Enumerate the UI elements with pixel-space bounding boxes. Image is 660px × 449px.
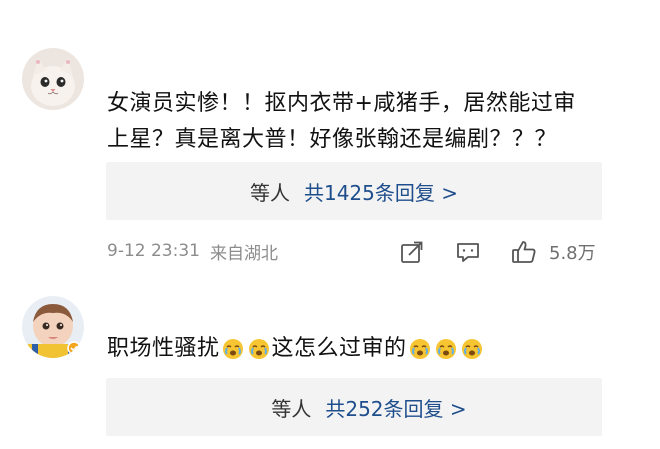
comment-meta: 9-12 23:31 来自湖北 5.8万 [107,236,607,266]
reply-count-link[interactable]: 共252条回复 > [325,393,466,422]
comment-text-line: 上星？真是离大普！好像张翰还是编剧？？？ [107,127,558,152]
reply-users: 等人 [249,180,290,205]
crying-face-emoji-icon [409,339,430,359]
crying-face-emoji-icon [248,339,269,359]
user-avatar[interactable] [22,296,84,358]
comment-time: 9-12 23:31 [107,241,200,261]
cat-avatar-icon [22,48,84,110]
child-avatar-icon [22,296,84,358]
view-replies-button[interactable]: 等人 共252条回复 > [106,378,602,436]
crying-face-emoji-icon [461,339,482,359]
share-icon[interactable] [399,239,425,265]
crying-face-emoji-icon [435,339,456,359]
like-icon[interactable] [511,239,537,265]
view-replies-button[interactable]: 等人 共1425条回复 > [106,162,602,220]
crying-face-emoji-icon [222,339,243,359]
comment-location: 来自湖北 [209,243,278,264]
comment-text-part: 职场性骚扰 [107,336,220,361]
reply-count-link[interactable]: 共1425条回复 > [304,177,458,206]
like-count: 5.8万 [549,243,596,264]
comment-text: 女演员实惨！！抠内衣带+咸猪手，居然能过审 上星？真是离大普！好像张翰还是编剧？… [107,86,607,158]
comment-text: 职场性骚扰 这怎么过审的 [107,331,607,367]
comment-text-part: 这怎么过审的 [271,336,407,361]
comment-icon[interactable] [455,239,481,265]
reply-users: 等人 [271,396,312,421]
comment-list: 女演员实惨！！抠内衣带+咸猪手，居然能过审 上星？真是离大普！好像张翰还是编剧？… [0,0,660,449]
comment-text-line: 女演员实惨！！抠内衣带+咸猪手，居然能过审 [107,91,576,116]
user-avatar[interactable] [22,48,84,110]
